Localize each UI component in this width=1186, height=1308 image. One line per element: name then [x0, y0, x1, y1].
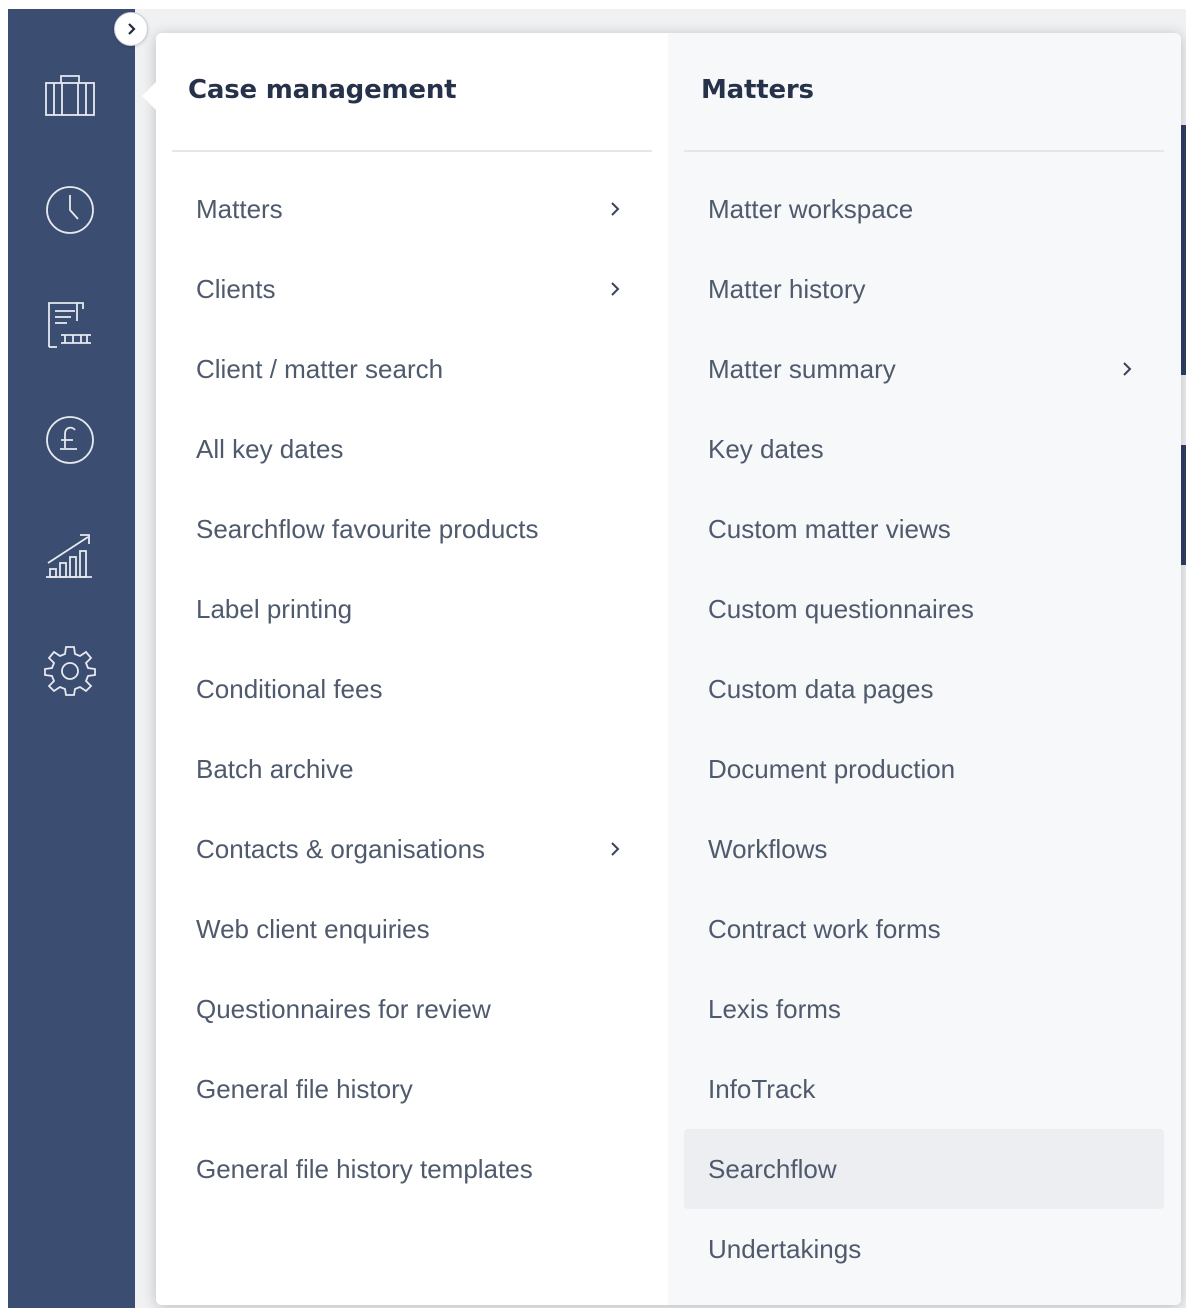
- menu-item-label: Questionnaires for review: [196, 993, 491, 1024]
- menu-item-label: Conditional fees: [196, 673, 383, 704]
- sidebar-rail: [8, 9, 135, 1308]
- menu-item-contacts-and-organisations[interactable]: Contacts & organisations: [172, 809, 652, 889]
- menu-item-all-key-dates[interactable]: All key dates: [172, 409, 652, 489]
- menu-item-label: Undertakings: [708, 1233, 862, 1264]
- menu-item-conditional-fees[interactable]: Conditional fees: [172, 649, 652, 729]
- menu-item-matter-summary[interactable]: Matter summary: [684, 329, 1164, 409]
- menu-item-label: Web client enquiries: [196, 913, 430, 944]
- menu-item-web-client-enquiries[interactable]: Web client enquiries: [172, 889, 652, 969]
- menu-item-label: All key dates: [196, 433, 344, 464]
- chart-icon[interactable]: [42, 527, 98, 583]
- menu-item-label: Workflows: [708, 833, 828, 864]
- menu-item-matter-workspace[interactable]: Matter workspace: [684, 169, 1164, 249]
- menu-item-label: Document production: [708, 753, 956, 784]
- menu-item-label: Key dates: [708, 433, 824, 464]
- menu-item-general-file-history-templates[interactable]: General file history templates: [172, 1129, 652, 1209]
- menu-item-client-matter-search[interactable]: Client / matter search: [172, 329, 652, 409]
- menu-item-key-dates[interactable]: Key dates: [684, 409, 1164, 489]
- collapse-sidebar-button[interactable]: [114, 12, 148, 46]
- menu-item-label: Contract work forms: [708, 913, 941, 944]
- menu-item-matter-history[interactable]: Matter history: [684, 249, 1164, 329]
- menu-item-label: Custom data pages: [708, 673, 934, 704]
- menu-item-label: Custom matter views: [708, 513, 951, 544]
- menu-item-label: General file history templates: [196, 1153, 533, 1184]
- divider: [172, 150, 652, 152]
- clock-icon[interactable]: [42, 182, 98, 238]
- menu-item-label: Matter workspace: [708, 193, 914, 224]
- matters-column: Matters Matter workspace Matter history Ma…: [668, 33, 1181, 1305]
- menu-item-document-production[interactable]: Document production: [684, 729, 1164, 809]
- menu-item-matters[interactable]: Matters: [172, 169, 652, 249]
- menu-item-label: Contacts & organisations: [196, 833, 486, 864]
- column-title: Matters: [701, 75, 814, 105]
- pound-coin-icon[interactable]: [42, 412, 98, 468]
- menu-item-label: Matters: [196, 193, 283, 224]
- column-title: Case management: [188, 75, 457, 105]
- menu-item-workflows[interactable]: Workflows: [684, 809, 1164, 889]
- menu-item-label: Matter summary: [708, 353, 896, 384]
- menu-item-label: Client / matter search: [196, 353, 444, 384]
- menu-item-searchflow[interactable]: Searchflow: [684, 1129, 1164, 1209]
- chevron-right-icon: [611, 202, 620, 216]
- menu-item-lexis-forms[interactable]: Lexis forms: [684, 969, 1164, 1049]
- gear-icon[interactable]: [42, 642, 98, 698]
- chevron-right-icon: [611, 842, 620, 856]
- chevron-right-icon: [1123, 362, 1132, 376]
- menu-pointer: [142, 82, 156, 110]
- menu-item-label: Lexis forms: [708, 993, 841, 1024]
- case-management-column: Case management Matters Clients Client / m…: [156, 33, 668, 1305]
- menu-item-contract-work-forms[interactable]: Contract work forms: [684, 889, 1164, 969]
- document-icon[interactable]: [42, 297, 98, 353]
- chevron-right-icon: [128, 23, 136, 35]
- menu-item-label: Custom questionnaires: [708, 593, 974, 624]
- menu-item-label: Matter history: [708, 273, 866, 304]
- menu-item-label: Label printing: [196, 593, 353, 624]
- case-management-list: Matters Clients Client / matter search All …: [172, 169, 652, 1209]
- menu-item-label: InfoTrack: [708, 1073, 816, 1104]
- menu-item-label: Clients: [196, 273, 276, 304]
- menu-item-undertakings[interactable]: Undertakings: [684, 1209, 1164, 1289]
- menu-item-clients[interactable]: Clients: [172, 249, 652, 329]
- divider: [684, 150, 1164, 152]
- menu-item-infotrack[interactable]: InfoTrack: [684, 1049, 1164, 1129]
- briefcase-icon[interactable]: [42, 67, 98, 123]
- menu-item-searchflow-favourite-products[interactable]: Searchflow favourite products: [172, 489, 652, 569]
- menu-item-label: Batch archive: [196, 753, 354, 784]
- menu-item-general-file-history[interactable]: General file history: [172, 1049, 652, 1129]
- menu-item-custom-matter-views[interactable]: Custom matter views: [684, 489, 1164, 569]
- menu-item-label: General file history: [196, 1073, 413, 1104]
- menu-item-questionnaires-for-review[interactable]: Questionnaires for review: [172, 969, 652, 1049]
- menu-item-batch-archive[interactable]: Batch archive: [172, 729, 652, 809]
- menu-item-custom-data-pages[interactable]: Custom data pages: [684, 649, 1164, 729]
- menu-item-custom-questionnaires[interactable]: Custom questionnaires: [684, 569, 1164, 649]
- menu-item-label: Searchflow favourite products: [196, 513, 539, 544]
- matters-list: Matter workspace Matter history Matter sum…: [684, 169, 1164, 1289]
- chevron-right-icon: [611, 282, 620, 296]
- menu-item-label: Searchflow: [708, 1153, 837, 1184]
- menu-item-label-printing[interactable]: Label printing: [172, 569, 652, 649]
- mega-menu: Case management Matters Clients Client / m…: [156, 33, 1181, 1305]
